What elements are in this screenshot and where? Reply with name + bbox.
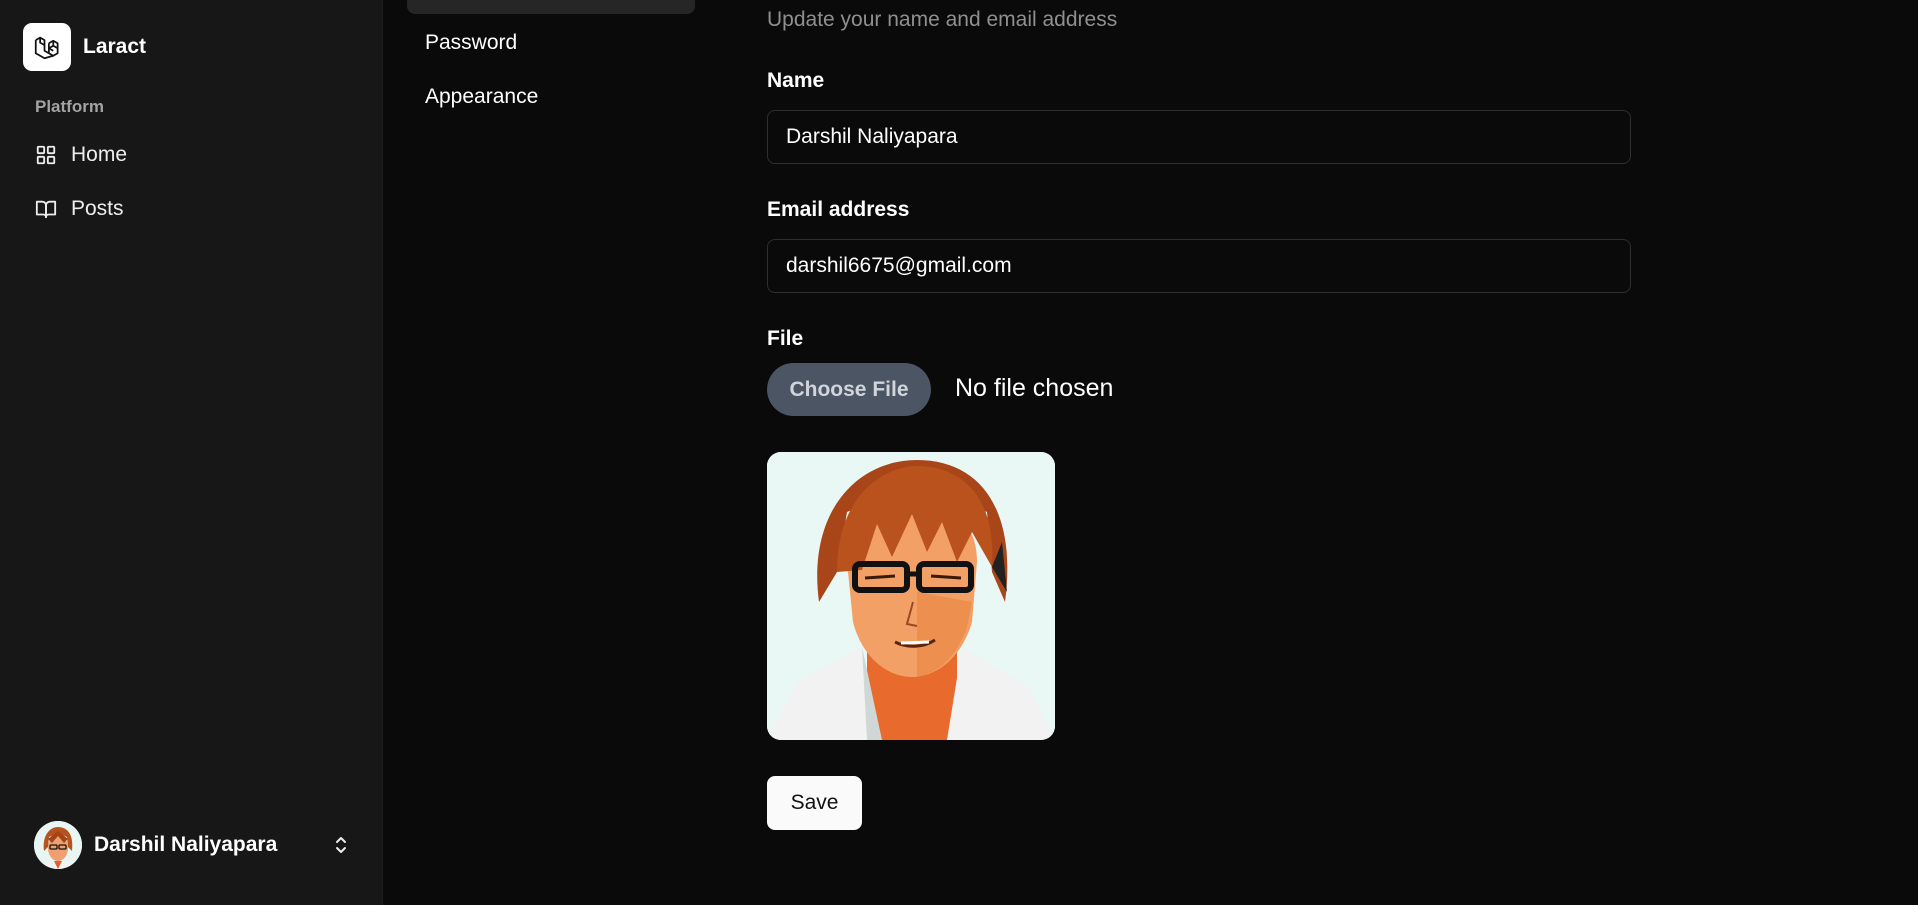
name-field[interactable] [767, 110, 1631, 164]
laravel-logo-icon [23, 23, 71, 71]
choose-file-button[interactable]: Choose File [767, 363, 931, 416]
settings-nav-active-item[interactable] [407, 0, 695, 14]
sidebar-item-home[interactable]: Home [23, 133, 359, 177]
profile-image-preview [767, 452, 1055, 740]
sidebar: Laract Platform Home Posts Darshil Naliy… [0, 0, 383, 905]
user-menu[interactable]: Darshil Naliyapara [23, 820, 353, 870]
brand[interactable]: Laract [23, 23, 146, 71]
file-label: File [767, 327, 804, 350]
app: Laract Platform Home Posts Darshil Naliy… [0, 0, 1918, 905]
grid-icon [34, 143, 58, 167]
name-label: Name [767, 69, 825, 92]
email-field[interactable] [767, 239, 1631, 293]
sidebar-item-label: Home [71, 143, 128, 166]
brand-name: Laract [83, 35, 147, 58]
settings-nav-appearance[interactable]: Appearance [425, 85, 538, 109]
file-status: No file chosen [955, 374, 1114, 402]
user-name: Darshil Naliyapara [94, 833, 278, 856]
avatar [34, 821, 82, 869]
sidebar-item-posts[interactable]: Posts [23, 187, 359, 231]
save-button[interactable]: Save [767, 776, 862, 830]
sidebar-item-label: Posts [71, 197, 124, 220]
chevrons-up-down-icon [329, 833, 353, 857]
email-label: Email address [767, 198, 910, 221]
settings-nav-password[interactable]: Password [425, 31, 517, 55]
section-description: Update your name and email address [767, 8, 1118, 31]
sidebar-group-label: Platform [35, 97, 104, 116]
book-open-icon [34, 197, 58, 221]
